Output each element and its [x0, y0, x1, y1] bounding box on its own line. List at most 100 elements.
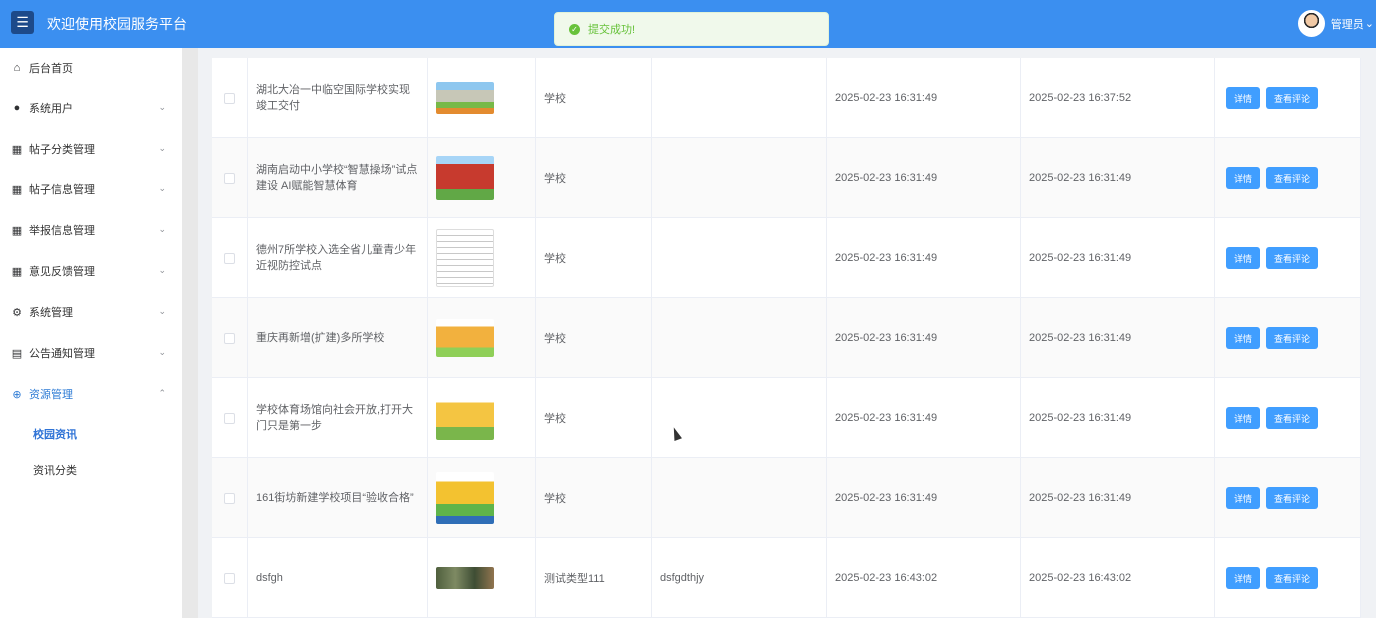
sidebar-item-label: 举报信息管理: [29, 225, 95, 237]
created-time-cell: 2025-02-23 16:31:49: [827, 218, 1021, 298]
created-time-cell: 2025-02-23 16:31:49: [827, 58, 1021, 138]
sidebar-item-label: 意见反馈管理: [29, 266, 95, 278]
sidebar-subitem-campus-news[interactable]: 校园资讯: [33, 426, 77, 442]
updated-time-cell: 2025-02-23 16:31:49: [1021, 458, 1215, 538]
table-row: 重庆再新增(扩建)多所学校 学校 2025-02-23 16:31:49 202…: [212, 298, 1361, 378]
type-cell: 学校: [536, 378, 652, 458]
row-checkbox[interactable]: [224, 332, 235, 344]
news-table: 湖北大冶一中临空国际学校实现竣工交付 学校 2025-02-23 16:31:4…: [212, 58, 1361, 618]
school-building-thumb: [436, 82, 494, 114]
extra-cell: [652, 458, 827, 538]
created-time-cell: 2025-02-23 16:43:02: [827, 538, 1021, 618]
detail-button[interactable]: 详情: [1226, 167, 1260, 189]
sidebar-item-home[interactable]: ⌂ 后台首页: [0, 48, 182, 88]
check-circle-icon: ✓: [569, 23, 580, 35]
type-cell: 学校: [536, 218, 652, 298]
detail-button[interactable]: 详情: [1226, 407, 1260, 429]
row-checkbox[interactable]: [224, 492, 235, 504]
view-comments-button[interactable]: 查看评论: [1266, 567, 1318, 589]
sidebar-item-label: 后台首页: [29, 63, 73, 75]
grid-icon: ▦: [11, 224, 23, 237]
updated-time-cell: 2025-02-23 16:31:49: [1021, 378, 1215, 458]
colorful-school-thumb: [436, 472, 494, 524]
avatar[interactable]: [1297, 10, 1325, 37]
table-row: 161街坊新建学校项目“验收合格” 学校 2025-02-23 16:31:49…: [212, 458, 1361, 538]
sidebar-item-system[interactable]: ⚙ 系统管理 ⌄: [0, 292, 182, 332]
sidebar-item-label: 系统管理: [29, 307, 73, 319]
sidebar-item-system-users[interactable]: ● 系统用户 ⌄: [0, 88, 182, 128]
grid-icon: ▦: [11, 143, 23, 156]
sidebar-scrollbar[interactable]: [182, 48, 198, 618]
detail-button[interactable]: 详情: [1226, 567, 1260, 589]
chevron-down-icon: ⌄: [158, 143, 166, 153]
chevron-down-icon: ⌄: [158, 224, 166, 234]
extra-cell: [652, 138, 827, 218]
detail-button[interactable]: 详情: [1226, 327, 1260, 349]
view-comments-button[interactable]: 查看评论: [1266, 407, 1318, 429]
plus-circle-icon: ⊕: [12, 388, 22, 401]
updated-time-cell: 2025-02-23 16:31:49: [1021, 138, 1215, 218]
chevron-up-icon: ⌃: [158, 388, 166, 398]
updated-time-cell: 2025-02-23 16:31:49: [1021, 298, 1215, 378]
toast-message: 提交成功!: [588, 24, 636, 36]
extra-cell: [652, 218, 827, 298]
row-checkbox[interactable]: [224, 92, 235, 104]
sidebar-item-notice[interactable]: ▤ 公告通知管理 ⌄: [0, 333, 182, 373]
title-cell: 学校体育场馆向社会开放,打开大门只是第一步: [248, 378, 428, 458]
view-comments-button[interactable]: 查看评论: [1266, 247, 1318, 269]
table-row: 德州7所学校入选全省儿童青少年近视防控试点 学校 2025-02-23 16:3…: [212, 218, 1361, 298]
title-cell: 重庆再新增(扩建)多所学校: [248, 298, 428, 378]
sidebar-item-label: 公告通知管理: [29, 348, 95, 360]
detail-button[interactable]: 详情: [1226, 247, 1260, 269]
chevron-down-icon: ⌄: [158, 183, 166, 193]
table-row: 湖北大冶一中临空国际学校实现竣工交付 学校 2025-02-23 16:31:4…: [212, 58, 1361, 138]
title-cell: 湖北大冶一中临空国际学校实现竣工交付: [248, 58, 428, 138]
yellow-school-thumb: [436, 396, 494, 440]
extra-cell: [652, 298, 827, 378]
detail-button[interactable]: 详情: [1226, 87, 1260, 109]
success-toast: ✓ 提交成功!: [554, 12, 829, 46]
chevron-down-icon[interactable]: ⌄: [1365, 17, 1374, 30]
sidebar-item-report-info[interactable]: ▦ 举报信息管理 ⌄: [0, 210, 182, 250]
extra-cell: [652, 58, 827, 138]
table-row: 湖南启动中小学校“智慧操场”试点建设 AI赋能智慧体育 学校 2025-02-2…: [212, 138, 1361, 218]
school-list-thumb: [436, 229, 494, 287]
sidebar-item-post-category[interactable]: ▦ 帖子分类管理 ⌄: [0, 129, 182, 169]
landscape-thumb: [436, 567, 494, 589]
chevron-down-icon: ⌄: [158, 265, 166, 275]
row-checkbox[interactable]: [224, 572, 235, 584]
type-cell: 学校: [536, 298, 652, 378]
view-comments-button[interactable]: 查看评论: [1266, 487, 1318, 509]
row-checkbox[interactable]: [224, 252, 235, 264]
user-name[interactable]: 管理员: [1331, 16, 1364, 32]
sidebar-item-label: 帖子信息管理: [29, 184, 95, 196]
created-time-cell: 2025-02-23 16:31:49: [827, 298, 1021, 378]
table-row: dsfgh 测试类型111 dsfgdthjy 2025-02-23 16:43…: [212, 538, 1361, 618]
chevron-down-icon: ⌄: [158, 306, 166, 316]
table-row: 学校体育场馆向社会开放,打开大门只是第一步 学校 2025-02-23 16:3…: [212, 378, 1361, 458]
menu-icon[interactable]: ☰: [11, 11, 34, 34]
created-time-cell: 2025-02-23 16:31:49: [827, 378, 1021, 458]
home-icon: ⌂: [13, 62, 21, 74]
row-checkbox[interactable]: [224, 412, 235, 424]
detail-button[interactable]: 详情: [1226, 487, 1260, 509]
type-cell: 学校: [536, 138, 652, 218]
red-school-thumb: [436, 156, 494, 200]
sidebar-item-feedback[interactable]: ▦ 意见反馈管理 ⌄: [0, 251, 182, 291]
view-comments-button[interactable]: 查看评论: [1266, 327, 1318, 349]
sidebar-subitem-news-category[interactable]: 资讯分类: [33, 462, 77, 478]
row-checkbox[interactable]: [224, 172, 235, 184]
sidebar-item-label: 资源管理: [29, 389, 73, 401]
title-cell: 161街坊新建学校项目“验收合格”: [248, 458, 428, 538]
view-comments-button[interactable]: 查看评论: [1266, 87, 1318, 109]
view-comments-button[interactable]: 查看评论: [1266, 167, 1318, 189]
type-cell: 学校: [536, 458, 652, 538]
grid-icon: ▦: [11, 265, 23, 278]
sidebar-item-label: 帖子分类管理: [29, 144, 95, 156]
sidebar-item-post-info[interactable]: ▦ 帖子信息管理 ⌄: [0, 169, 182, 209]
sidebar-item-resources[interactable]: ⊕ 资源管理 ⌃: [0, 374, 182, 414]
extra-cell: [652, 378, 827, 458]
type-cell: 测试类型111: [536, 538, 652, 618]
user-menu[interactable]: 管理员 ⌄: [1297, 10, 1374, 37]
title-cell: 湖南启动中小学校“智慧操场”试点建设 AI赋能智慧体育: [248, 138, 428, 218]
